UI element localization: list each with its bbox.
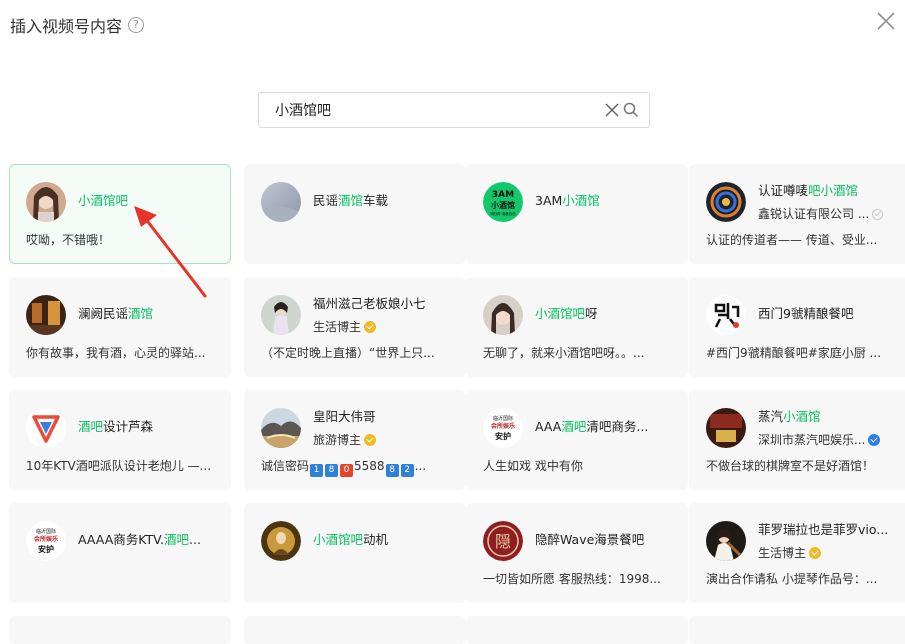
result-card[interactable]: 隠 隐醉Wave海景餐吧 一切皆如所愿 客服热线：1998...	[466, 503, 688, 603]
results-grid: 小酒馆吧 哎呦，不错哦！ 民谣酒馆车载 3AM 小酒馆 明日再 清晨自然 3AM…	[0, 0, 905, 644]
result-card[interactable]: 小酒馆吧动机	[244, 503, 466, 603]
result-card[interactable]: 民谣酒馆车载	[244, 164, 466, 264]
result-card[interactable]: 临沂国际 会所娱乐 安护 AAA酒吧清吧商务... 人生如戏 戏中有你	[466, 390, 688, 490]
result-card[interactable]: 蒸汽小酒馆 深圳市蒸汽吧娱乐... 不做台球的棋牌室不是好酒馆！	[689, 390, 905, 490]
card-description: #西门9虢精酿餐吧#家庭小厨 ...	[706, 346, 882, 360]
svg-text:会所娱乐: 会所娱乐	[34, 535, 58, 543]
card-description: 你有故事，我有酒，心灵的驿站...	[26, 346, 206, 360]
svg-text:安护: 安护	[495, 431, 511, 441]
result-card[interactable]: 小酒馆吧 哎呦，不错哦！	[9, 164, 231, 264]
svg-text:隠: 隠	[495, 532, 511, 551]
svg-text:临沂国际: 临沂国际	[36, 528, 56, 535]
avatar: 隠	[483, 521, 523, 561]
avatar	[483, 295, 523, 335]
card-subtitle: 鑫锐认证有限公司 ...	[758, 206, 898, 222]
card-description: 认证的传道者—— 传道、受业...	[706, 233, 878, 247]
verified-icon	[809, 547, 822, 559]
card-subtitle: 深圳市蒸汽吧娱乐...	[758, 432, 898, 448]
verified-icon	[364, 434, 377, 446]
result-card[interactable]: 3AM 小酒馆 明日再 清晨自然 3AM小酒馆	[466, 164, 688, 264]
card-name: 3AM小酒馆	[535, 193, 600, 208]
result-card[interactable]: 菲罗瑞拉也是菲罗vio... 生活博主 演出合作请私 小提琴作品号：...	[689, 503, 905, 603]
svg-text:临沂国际: 临沂国际	[493, 415, 513, 422]
svg-text:明日再 清晨自然: 明日再 清晨自然	[490, 211, 516, 216]
result-card[interactable]: 西门9虢精酿餐吧 #西门9虢精酿餐吧#家庭小厨 ...	[689, 277, 905, 377]
result-card[interactable]: 福州滋己老板娘小七 生活博主 （不定时晚上直播）“世界上只...	[244, 277, 466, 377]
result-card-partial[interactable]	[9, 616, 231, 644]
card-name: 隐醉Wave海景餐吧	[535, 532, 645, 547]
avatar	[261, 295, 301, 335]
card-description: 演出合作请私 小提琴作品号：...	[706, 572, 878, 586]
card-name: 澜阙民谣酒馆	[78, 306, 154, 321]
card-description: 哎呦，不错哦！	[26, 233, 111, 247]
verified-icon	[364, 321, 377, 333]
avatar	[261, 408, 301, 448]
insert-channels-content-dialog: 插入视频号内容 ? 小酒馆吧 哎呦，不错哦！	[0, 0, 905, 644]
card-subtitle: 生活博主	[758, 545, 898, 561]
avatar	[261, 182, 301, 222]
card-name: 菲罗瑞拉也是菲罗vio...	[758, 522, 889, 537]
card-description: 10年KTV酒吧派队设计老炮儿 —...	[26, 459, 212, 473]
avatar	[706, 295, 746, 335]
avatar	[706, 408, 746, 448]
avatar	[26, 295, 66, 335]
card-name: 西门9虢精酿餐吧	[758, 306, 854, 321]
result-card-partial[interactable]	[689, 616, 905, 644]
verified-icon	[872, 208, 884, 220]
card-description: 不做台球的棋牌室不是好酒馆！	[706, 459, 875, 473]
verified-icon	[868, 434, 881, 446]
card-description: （不定时晚上直播）“世界上只...	[261, 346, 435, 360]
result-card[interactable]: 认证噂唛吧小酒馆 鑫锐认证有限公司 ... 认证的传道者—— 传道、受业...	[689, 164, 905, 264]
card-name: AAAA商务KTV.酒吧...	[78, 532, 201, 547]
card-name: 认证噂唛吧小酒馆	[758, 183, 859, 198]
card-name: 福州滋己老板娘小七	[313, 296, 426, 311]
card-name: 酒吧设计芦森	[78, 419, 154, 434]
result-card[interactable]: 澜阙民谣酒馆 你有故事，我有酒，心灵的驿站...	[9, 277, 231, 377]
avatar	[26, 408, 66, 448]
card-subtitle: 生活博主	[313, 319, 453, 335]
result-card[interactable]: 小酒馆吧呀 无聊了，就来小酒馆吧呀。。...	[466, 277, 688, 377]
avatar	[26, 182, 66, 222]
card-name: AAA酒吧清吧商务...	[535, 419, 649, 434]
svg-text:小酒馆: 小酒馆	[490, 200, 515, 210]
card-subtitle: 旅游博主	[313, 432, 453, 448]
result-card-partial[interactable]	[244, 616, 466, 644]
svg-text:安护: 安护	[38, 544, 54, 554]
card-description: 人生如戏 戏中有你	[483, 459, 583, 473]
card-name: 民谣酒馆车载	[313, 193, 389, 208]
result-card[interactable]: 酒吧设计芦森 10年KTV酒吧派队设计老炮儿 —...	[9, 390, 231, 490]
card-name: 小酒馆吧	[78, 193, 129, 208]
card-name: 蒸汽小酒馆	[758, 409, 821, 424]
result-card-partial[interactable]	[466, 616, 688, 644]
svg-text:3AM: 3AM	[492, 190, 514, 200]
avatar	[261, 521, 301, 561]
avatar: 3AM 小酒馆 明日再 清晨自然	[483, 182, 523, 222]
avatar	[706, 182, 746, 222]
card-description: 诚信密码 1 8 0 5588 8 2...	[261, 459, 427, 477]
card-description: 一切皆如所愿 客服热线：1998...	[483, 572, 661, 586]
result-card[interactable]: 临沂国际 会所娱乐 安护 AAAA商务KTV.酒吧...	[9, 503, 231, 603]
card-name: 皇阳大伟哥	[313, 409, 376, 424]
card-name: 小酒馆吧呀	[535, 306, 598, 321]
avatar: 临沂国际 会所娱乐 安护	[483, 408, 523, 448]
avatar: 临沂国际 会所娱乐 安护	[26, 521, 66, 561]
card-name: 小酒馆吧动机	[313, 532, 389, 547]
result-card[interactable]: 皇阳大伟哥 旅游博主 诚信密码 1 8 0 5588 8 2...	[244, 390, 466, 490]
avatar	[706, 521, 746, 561]
card-description: 无聊了，就来小酒馆吧呀。。...	[483, 346, 645, 360]
svg-text:会所娱乐: 会所娱乐	[491, 422, 515, 430]
